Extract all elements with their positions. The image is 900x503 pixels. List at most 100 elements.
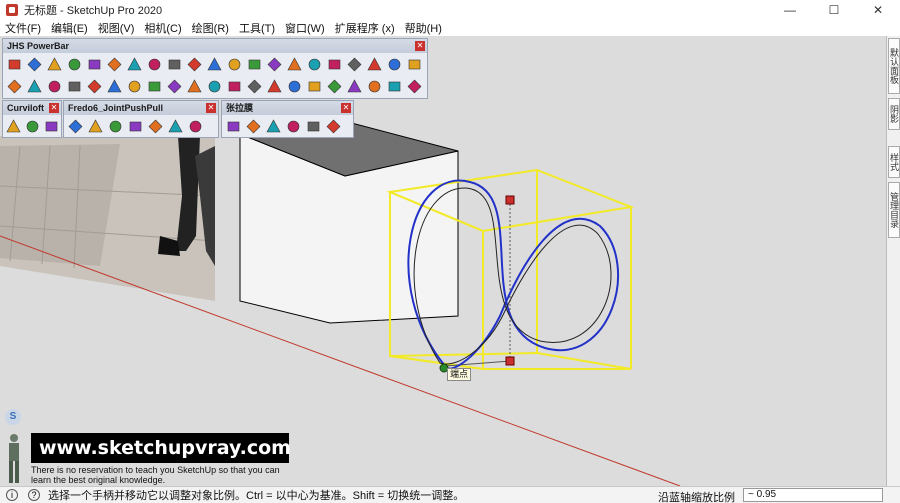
menu-view[interactable]: 视图(V): [93, 20, 140, 36]
tray-tab-manage-catalog[interactable]: 管理目录: [888, 182, 900, 238]
scale-handle-bottom[interactable]: [505, 356, 515, 366]
jhs-powerbar-toolbar[interactable]: JHS PowerBar ✕: [2, 38, 428, 99]
info-icon[interactable]: i: [6, 489, 18, 501]
menu-tools[interactable]: 工具(T): [234, 20, 280, 36]
menu-camera[interactable]: 相机(C): [139, 20, 186, 36]
jhs-row1-tool-21-icon[interactable]: [405, 55, 424, 74]
measurements-input[interactable]: ~ 0.95: [743, 488, 883, 502]
tray-tab-default[interactable]: 默认面板: [888, 38, 900, 94]
jhs-row2-tool-7-icon[interactable]: [25, 77, 44, 96]
jhs-row1-tool-3-icon[interactable]: [45, 55, 64, 74]
close-button[interactable]: ✕: [856, 0, 900, 20]
jhs-row1-tool-1-icon[interactable]: [5, 55, 24, 74]
fredo-jointpushpull-toolbar[interactable]: Fredo6_JointPushPull ✕: [63, 100, 219, 138]
minimize-button[interactable]: —: [768, 0, 812, 20]
fredo-tool-6-icon[interactable]: [146, 117, 165, 136]
jhs-row1-tool-6-icon[interactable]: [105, 55, 124, 74]
jhs-row2-tool-14-icon[interactable]: [165, 77, 184, 96]
menu-window[interactable]: 窗口(W): [280, 20, 330, 36]
jhs-row1-tool-8-icon[interactable]: [145, 55, 164, 74]
jhs-row2-tool-22-icon[interactable]: [325, 77, 344, 96]
jhs-row1-tool-16-icon[interactable]: [305, 55, 324, 74]
jhs-row1-tool-2-icon[interactable]: [25, 55, 44, 74]
jhs-row2-tool-21-icon[interactable]: [305, 77, 324, 96]
fredo-tool-8-icon[interactable]: [186, 117, 205, 136]
jhs-row1-tool-5-icon[interactable]: [85, 55, 104, 74]
help-icon[interactable]: ?: [28, 489, 40, 501]
watermark-url: www.sketchupvray.com: [31, 433, 291, 463]
jhs-row2-tool-18-icon[interactable]: [245, 77, 264, 96]
tensile-tool-10-icon[interactable]: [324, 117, 343, 136]
curviloft-row: [3, 115, 61, 137]
jhs-row1-tool-9-icon[interactable]: [165, 55, 184, 74]
jhs-row1-tool-10-icon[interactable]: [185, 55, 204, 74]
curviloft-toolbar[interactable]: Curviloft ✕: [2, 100, 62, 138]
fredo-tool-7-icon[interactable]: [166, 117, 185, 136]
curviloft-tool-5-icon[interactable]: [42, 117, 60, 136]
menu-draw[interactable]: 绘图(R): [187, 20, 234, 36]
menu-file[interactable]: 文件(F): [0, 20, 46, 36]
tensile-membrane-toolbar[interactable]: 张拉膜 ✕: [221, 100, 354, 138]
menu-help[interactable]: 帮助(H): [400, 20, 447, 36]
jhs-row2-tool-13-icon[interactable]: [145, 77, 164, 96]
jhs-row2-tool-8-icon[interactable]: [45, 77, 64, 96]
menu-extensions[interactable]: 扩展程序 (x): [330, 20, 400, 36]
fredo-jointpushpull-row: [64, 115, 218, 137]
tray-tab-strip: 默认面板 阴影 样式 管理目录: [886, 36, 900, 486]
sketchup-logo-icon: [6, 4, 18, 16]
measurements-label: 沿蓝轴缩放比例: [658, 492, 735, 503]
jhs-row1-tool-7-icon[interactable]: [125, 55, 144, 74]
curviloft-tool-4-icon[interactable]: [24, 117, 42, 136]
jhs-row1-tool-15-icon[interactable]: [285, 55, 304, 74]
jhs-row2-tool-17-icon[interactable]: [225, 77, 244, 96]
jhs-row2-tool-11-icon[interactable]: [105, 77, 124, 96]
menu-edit[interactable]: 编辑(E): [46, 20, 93, 36]
tensile-tool-9-icon[interactable]: [304, 117, 323, 136]
jhs-row1-tool-11-icon[interactable]: [205, 55, 224, 74]
jhs-row2-tool-6-icon[interactable]: [5, 77, 24, 96]
jhs-row2-tool-15-icon[interactable]: [185, 77, 204, 96]
fredo-tool-2-icon[interactable]: [66, 117, 85, 136]
jhs-row1-tool-4-icon[interactable]: [65, 55, 84, 74]
fredo-jointpushpull-close-button[interactable]: ✕: [206, 103, 216, 113]
jhs-row2-tool-25-icon[interactable]: [385, 77, 404, 96]
jhs-row2-tool-12-icon[interactable]: [125, 77, 144, 96]
jhs-row2-tool-23-icon[interactable]: [345, 77, 364, 96]
fredo-tool-5-icon[interactable]: [126, 117, 145, 136]
jhs-row1-tool-17-icon[interactable]: [325, 55, 344, 74]
jhs-row2-tool-26-icon[interactable]: [405, 77, 424, 96]
jhs-row1-tool-14-icon[interactable]: [265, 55, 284, 74]
fredo-tool-4-icon[interactable]: [106, 117, 125, 136]
jhs-row2-tool-19-icon[interactable]: [265, 77, 284, 96]
jhs-row1-tool-13-icon[interactable]: [245, 55, 264, 74]
jhs-row2-tool-20-icon[interactable]: [285, 77, 304, 96]
jhs-row2-tool-16-icon[interactable]: [205, 77, 224, 96]
tensile-tool-5-icon[interactable]: [224, 117, 243, 136]
maximize-button[interactable]: ☐: [812, 0, 856, 20]
jhs-row1-tool-20-icon[interactable]: [385, 55, 404, 74]
jhs-row2-tool-9-icon[interactable]: [65, 77, 84, 96]
jhs-row1-tool-12-icon[interactable]: [225, 55, 244, 74]
curviloft-tool-3-icon[interactable]: [5, 117, 23, 136]
tensile-membrane-close-button[interactable]: ✕: [341, 103, 351, 113]
tensile-tool-8-icon[interactable]: [284, 117, 303, 136]
fredo-tool-3-icon[interactable]: [86, 117, 105, 136]
jhs-powerbar-title: JHS PowerBar: [7, 41, 70, 51]
tensile-tool-6-icon[interactable]: [244, 117, 263, 136]
tray-tab-shadows[interactable]: 阴影: [888, 98, 900, 130]
jhs-row1-tool-18-icon[interactable]: [345, 55, 364, 74]
tray-tab-styles[interactable]: 样式: [888, 146, 900, 178]
window-title: 无标题 - SketchUp Pro 2020: [24, 5, 163, 17]
jhs-row1-tool-19-icon[interactable]: [365, 55, 384, 74]
scale-handle-line: [444, 360, 511, 367]
jhs-row2-tool-10-icon[interactable]: [85, 77, 104, 96]
cube-object[interactable]: [238, 115, 459, 324]
jhs-row2-tool-24-icon[interactable]: [365, 77, 384, 96]
jhs-powerbar-close-button[interactable]: ✕: [415, 41, 425, 51]
scale-handle-top[interactable]: [505, 195, 515, 205]
curviloft-close-button[interactable]: ✕: [49, 103, 59, 113]
photo-texture: [0, 136, 216, 301]
tensile-tool-7-icon[interactable]: [264, 117, 283, 136]
fredo-jointpushpull-title: Fredo6_JointPushPull: [68, 103, 164, 113]
endpoint-tooltip: 端点: [447, 368, 472, 381]
